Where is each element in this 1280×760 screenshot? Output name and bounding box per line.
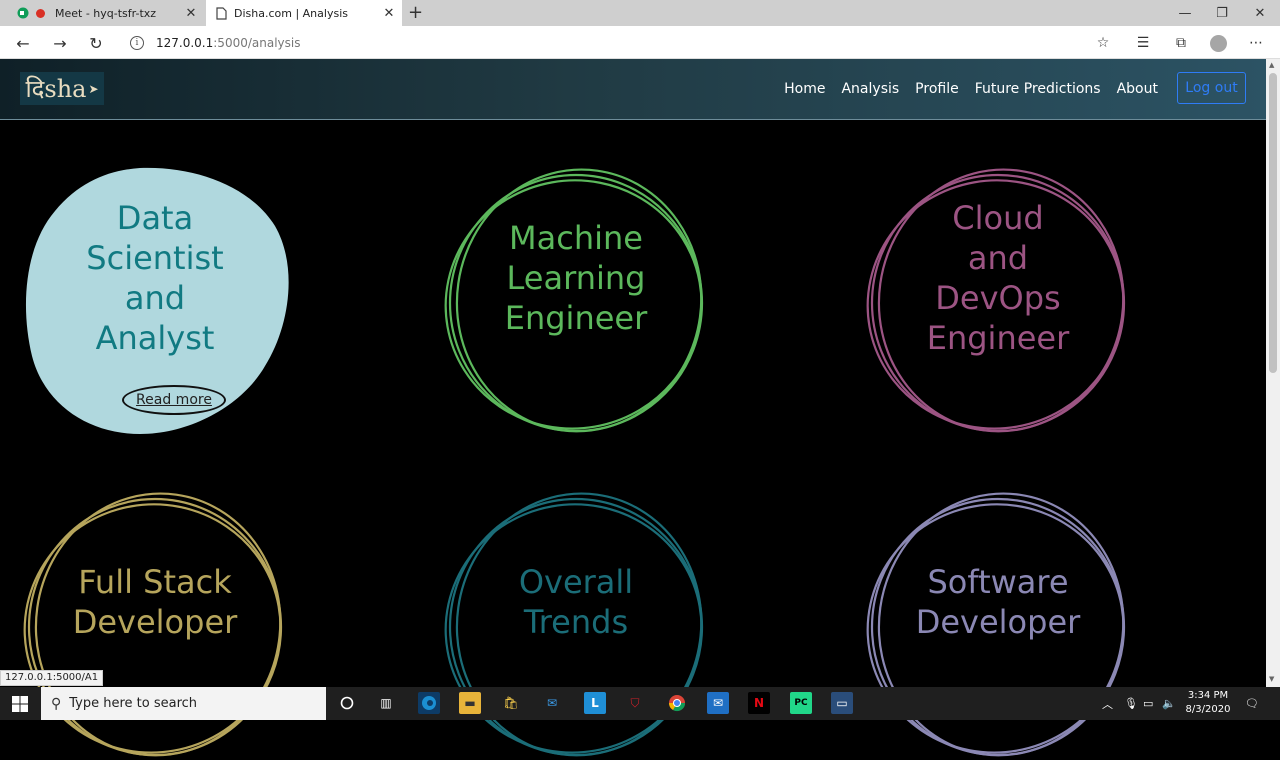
card-title-line: Data — [116, 199, 194, 237]
search-placeholder: Type here to search — [69, 696, 198, 711]
logout-button[interactable]: Log out — [1177, 72, 1246, 104]
refresh-icon[interactable]: ↻ — [84, 31, 108, 55]
page-scrollbar[interactable]: ▲ ▼ — [1266, 59, 1280, 687]
card-data-scientist[interactable]: Data Scientist and Analyst Read more — [20, 166, 290, 436]
forward-icon[interactable]: → — [48, 31, 72, 55]
clock-time: 3:34 PM — [1187, 690, 1229, 701]
card-cloud-devops[interactable]: Cloud and DevOps Engineer — [863, 166, 1133, 436]
taskbar-search-box[interactable]: ⚲ Type here to search — [41, 687, 326, 720]
scroll-down-icon[interactable]: ▼ — [1269, 675, 1274, 683]
microphone-icon[interactable]: 🎙 — [1124, 687, 1138, 720]
card-title: Cloud and DevOps Engineer — [863, 198, 1133, 358]
card-title-line: Analyst — [95, 319, 215, 357]
pycharm-icon[interactable]: PC — [790, 692, 812, 714]
card-title-line: Overall — [518, 563, 634, 601]
card-title-line: Software — [927, 563, 1069, 601]
store-icon[interactable]: 🛍 — [500, 692, 522, 714]
site-info-icon[interactable]: i — [130, 35, 144, 50]
favorites-icon[interactable]: ☰ — [1131, 31, 1155, 55]
tab-meet[interactable]: Meet - hyq-tsfr-txz ✕ — [8, 0, 204, 26]
terminal-icon[interactable]: ▭ — [831, 692, 853, 714]
logo-text: दिsha — [25, 75, 87, 103]
outlook-icon[interactable]: ✉ — [707, 692, 729, 714]
close-tab-icon[interactable]: ✕ — [182, 6, 200, 21]
scroll-thumb[interactable] — [1269, 73, 1277, 373]
minimize-icon[interactable]: — — [1166, 0, 1204, 26]
card-title-line: Engineer — [926, 319, 1070, 357]
search-icon: ⚲ — [51, 695, 62, 712]
profile-icon[interactable] — [1206, 31, 1230, 55]
read-more-link[interactable]: Read more — [122, 385, 226, 415]
meet-icon — [16, 6, 30, 20]
close-tab-icon[interactable]: ✕ — [380, 6, 398, 21]
file-explorer-icon[interactable]: ▬ — [459, 692, 481, 714]
chrome-icon[interactable] — [666, 692, 688, 714]
disha-logo[interactable]: दिsha ➤ — [20, 72, 104, 105]
tab-title: Disha.com | Analysis — [234, 7, 348, 20]
nav-future-predictions[interactable]: Future Predictions — [975, 81, 1101, 97]
network-icon[interactable]: ▭ — [1143, 687, 1153, 720]
nav-about[interactable]: About — [1117, 81, 1158, 97]
clock-date: 8/3/2020 — [1185, 704, 1231, 715]
card-title-line: Scientist — [86, 239, 224, 277]
favorite-star-icon[interactable]: ☆ — [1091, 31, 1115, 55]
page-icon — [214, 7, 228, 21]
card-title-line: Learning — [506, 259, 646, 297]
card-title: Overall Trends — [441, 562, 711, 642]
card-title: Machine Learning Engineer — [441, 218, 711, 338]
restore-icon[interactable]: ❐ — [1203, 0, 1241, 26]
collections-icon[interactable]: ⧉ — [1169, 31, 1193, 55]
card-title-line: Full Stack — [78, 563, 232, 601]
mail-icon[interactable]: ✉ — [541, 692, 563, 714]
new-tab-button[interactable]: + — [408, 2, 423, 23]
back-icon[interactable]: ← — [11, 31, 35, 55]
card-title: Full Stack Developer — [20, 562, 290, 642]
card-title-line: Machine — [509, 219, 643, 257]
arrow-icon: ➤ — [88, 81, 99, 96]
notifications-icon[interactable]: 🗨 — [1245, 687, 1259, 720]
close-window-icon[interactable]: ✕ — [1241, 0, 1279, 26]
recording-icon — [36, 8, 45, 18]
card-title: Data Scientist and Analyst — [20, 198, 290, 358]
card-title-line: and — [967, 239, 1029, 277]
tab-disha-analysis[interactable]: Disha.com | Analysis ✕ — [206, 0, 402, 27]
nav-analysis[interactable]: Analysis — [841, 81, 899, 97]
mcafee-icon[interactable]: ⛉ — [624, 692, 646, 714]
windows-start-icon[interactable] — [0, 687, 40, 720]
taskbar-clock[interactable]: 3:34 PM 8/3/2020 — [1180, 689, 1236, 717]
url-host: 127.0.0.1 — [156, 35, 214, 50]
netflix-icon[interactable]: N — [748, 692, 770, 714]
tray-chevron-icon[interactable]: ︿ — [1102, 687, 1113, 720]
card-title: Software Developer — [863, 562, 1133, 642]
lens-app-icon[interactable]: L — [584, 692, 606, 714]
card-title-line: Cloud — [952, 199, 1044, 237]
url-path: :5000/analysis — [213, 35, 301, 50]
task-view-icon[interactable]: ▥ — [375, 692, 397, 714]
more-icon[interactable]: ⋯ — [1244, 31, 1268, 55]
address-toolbar: ← → ↻ i 127.0.0.1:5000/analysis ☆ ☰ ⧉ ⋯ — [0, 26, 1280, 59]
edge-browser-icon[interactable] — [418, 692, 440, 714]
card-machine-learning[interactable]: Machine Learning Engineer — [441, 166, 711, 436]
nav-profile[interactable]: Profile — [915, 81, 959, 97]
card-title-line: Developer — [72, 603, 238, 641]
cortana-icon[interactable] — [336, 692, 358, 714]
tab-title: Meet - hyq-tsfr-txz — [55, 6, 157, 20]
browser-tab-strip: Meet - hyq-tsfr-txz ✕ Disha.com | Analys… — [0, 0, 1280, 27]
card-title-line: and — [124, 279, 186, 317]
link-status-bar: 127.0.0.1:5000/A1 — [0, 670, 104, 686]
card-title-line: DevOps — [935, 279, 1061, 317]
windows-taskbar: ⚲ Type here to search ▥ ▬ 🛍 ✉ L ⛉ ✉ N PC… — [0, 687, 1280, 720]
scroll-up-icon[interactable]: ▲ — [1269, 61, 1274, 69]
address-field[interactable]: i 127.0.0.1:5000/analysis — [120, 30, 1120, 55]
nav-links: Home Analysis Profile Future Predictions… — [784, 59, 1158, 119]
card-title-line: Trends — [523, 603, 629, 641]
nav-home[interactable]: Home — [784, 81, 825, 97]
card-title-line: Developer — [915, 603, 1081, 641]
site-navbar: दिsha ➤ Home Analysis Profile Future Pred… — [0, 59, 1266, 120]
volume-icon[interactable]: 🔈 — [1162, 687, 1176, 720]
card-title-line: Engineer — [504, 299, 648, 337]
